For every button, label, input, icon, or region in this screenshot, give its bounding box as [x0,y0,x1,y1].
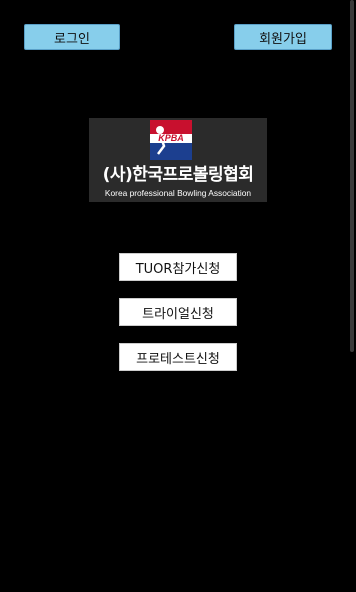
trial-apply-button[interactable]: 트라이얼신청 [119,298,237,326]
logo-name-english: Korea professional Bowling Association [104,188,252,198]
kpba-logo: KPBA (사)한국프로볼링협회 Korea professional Bowl… [89,118,267,202]
kpba-emblem-icon: KPBA [150,120,192,160]
tour-apply-button[interactable]: TUOR참가신청 [119,253,237,281]
logo-name-korean: (사)한국프로볼링협회 [102,165,254,185]
pro-test-apply-button[interactable]: 프로테스트신청 [119,343,237,371]
signup-button[interactable]: 회원가입 [234,24,332,50]
login-button[interactable]: 로그인 [24,24,120,50]
emblem-text: KPBA [158,133,184,143]
scrollbar[interactable] [350,0,354,352]
